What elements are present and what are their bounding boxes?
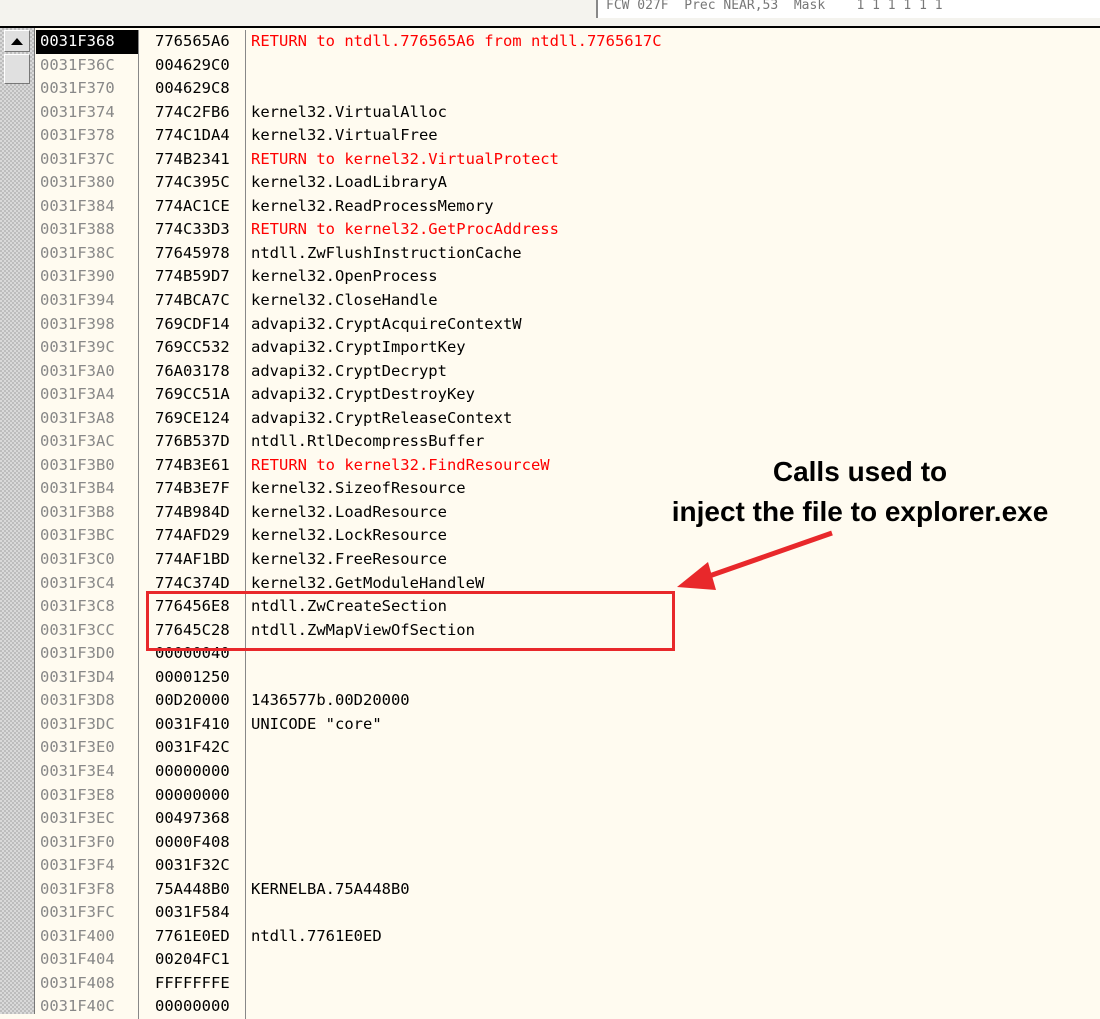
- annotation-line-2: inject the file to explorer.exe: [671, 496, 1049, 527]
- annotation-line-1: Calls used to: [772, 456, 948, 487]
- annotation-text: Calls used to inject the file to explore…: [620, 452, 1100, 532]
